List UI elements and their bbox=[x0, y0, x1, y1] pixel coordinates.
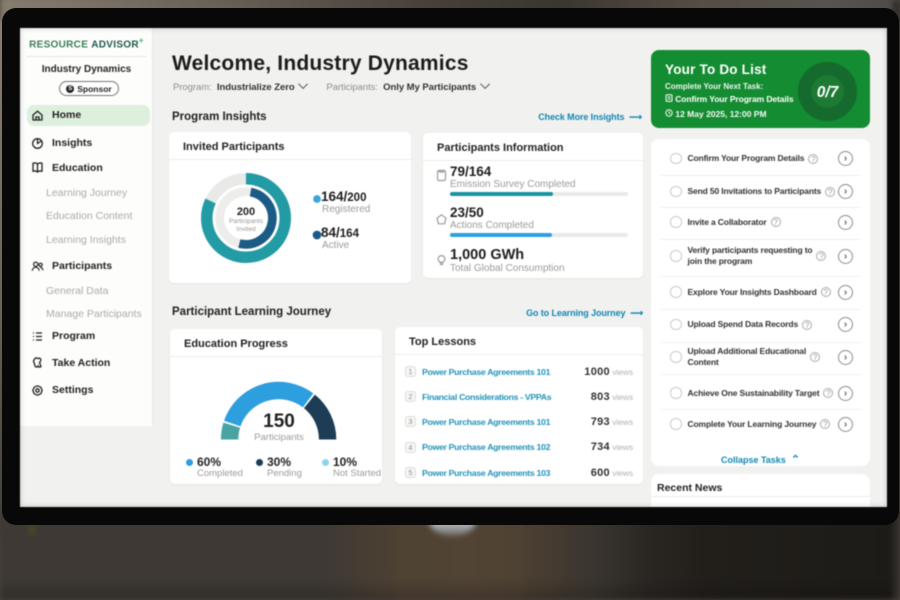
svg-text:0/7: 0/7 bbox=[817, 84, 840, 101]
